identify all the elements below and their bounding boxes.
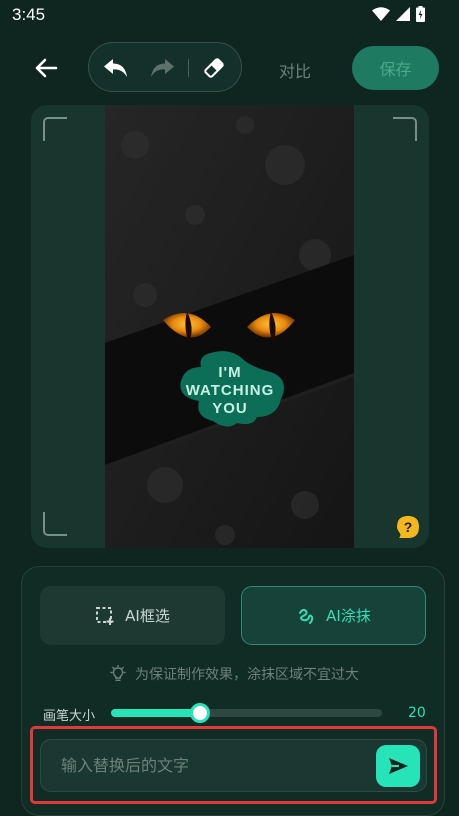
wifi-icon — [372, 7, 390, 21]
sticker-text-line3: YOU — [212, 400, 248, 417]
ai-smear-label: AI涂抹 — [326, 607, 371, 625]
status-time: 3:45 — [12, 5, 46, 24]
photo-artwork: I'M WATCHING YOU — [105, 105, 354, 548]
status-bar: 3:45 — [0, 0, 459, 32]
status-icons — [372, 6, 425, 22]
crop-corner-top-right — [393, 117, 417, 141]
brush-size-slider[interactable] — [111, 703, 382, 723]
undo-button[interactable] — [103, 56, 129, 80]
help-icon: ? — [404, 519, 413, 535]
image-canvas[interactable]: I'M WATCHING YOU ? — [31, 105, 429, 548]
crop-corner-bottom-left — [43, 512, 67, 536]
redo-icon — [151, 59, 174, 77]
ai-box-select-label: AI框选 — [125, 607, 170, 625]
toolbar-divider — [188, 59, 189, 77]
lightbulb-icon — [110, 665, 126, 681]
arrow-left-icon — [35, 58, 58, 78]
brush-scribble-icon — [299, 608, 314, 624]
brush-size-slider-thumb[interactable] — [190, 703, 211, 723]
replacement-text-input[interactable] — [61, 740, 381, 791]
compare-button[interactable]: 对比 — [279, 58, 311, 82]
box-select-icon — [96, 606, 114, 625]
save-button[interactable]: 保存 — [352, 46, 439, 90]
help-button[interactable]: ? — [396, 515, 420, 539]
undo-icon — [104, 59, 127, 77]
hint-text: 为保证制作效果，涂抹区域不宜过大 — [135, 667, 359, 683]
brush-size-value: 20 — [408, 705, 426, 721]
brush-size-label: 画笔大小 — [43, 709, 96, 724]
send-icon — [389, 758, 408, 774]
redo-button[interactable] — [149, 56, 175, 80]
crop-corner-top-left — [43, 117, 67, 141]
ai-smear-button[interactable]: AI涂抹 — [241, 586, 426, 645]
signal-icon — [396, 7, 410, 21]
eraser-button[interactable] — [201, 56, 227, 80]
send-button[interactable] — [376, 745, 420, 787]
brush-size-slider-fill — [111, 709, 201, 717]
edited-photo[interactable]: I'M WATCHING YOU — [105, 105, 354, 548]
sticker-text-line2: WATCHING — [186, 382, 275, 399]
sticker-text-line1: I'M — [218, 364, 241, 381]
eraser-icon — [204, 58, 224, 78]
history-toolbar — [88, 42, 242, 92]
hint-row: 为保证制作效果，涂抹区域不宜过大 — [22, 664, 446, 684]
ai-box-select-button[interactable]: AI框选 — [40, 586, 225, 645]
replacement-text-field[interactable] — [40, 739, 427, 792]
back-button[interactable] — [30, 52, 62, 84]
battery-icon — [416, 6, 425, 22]
